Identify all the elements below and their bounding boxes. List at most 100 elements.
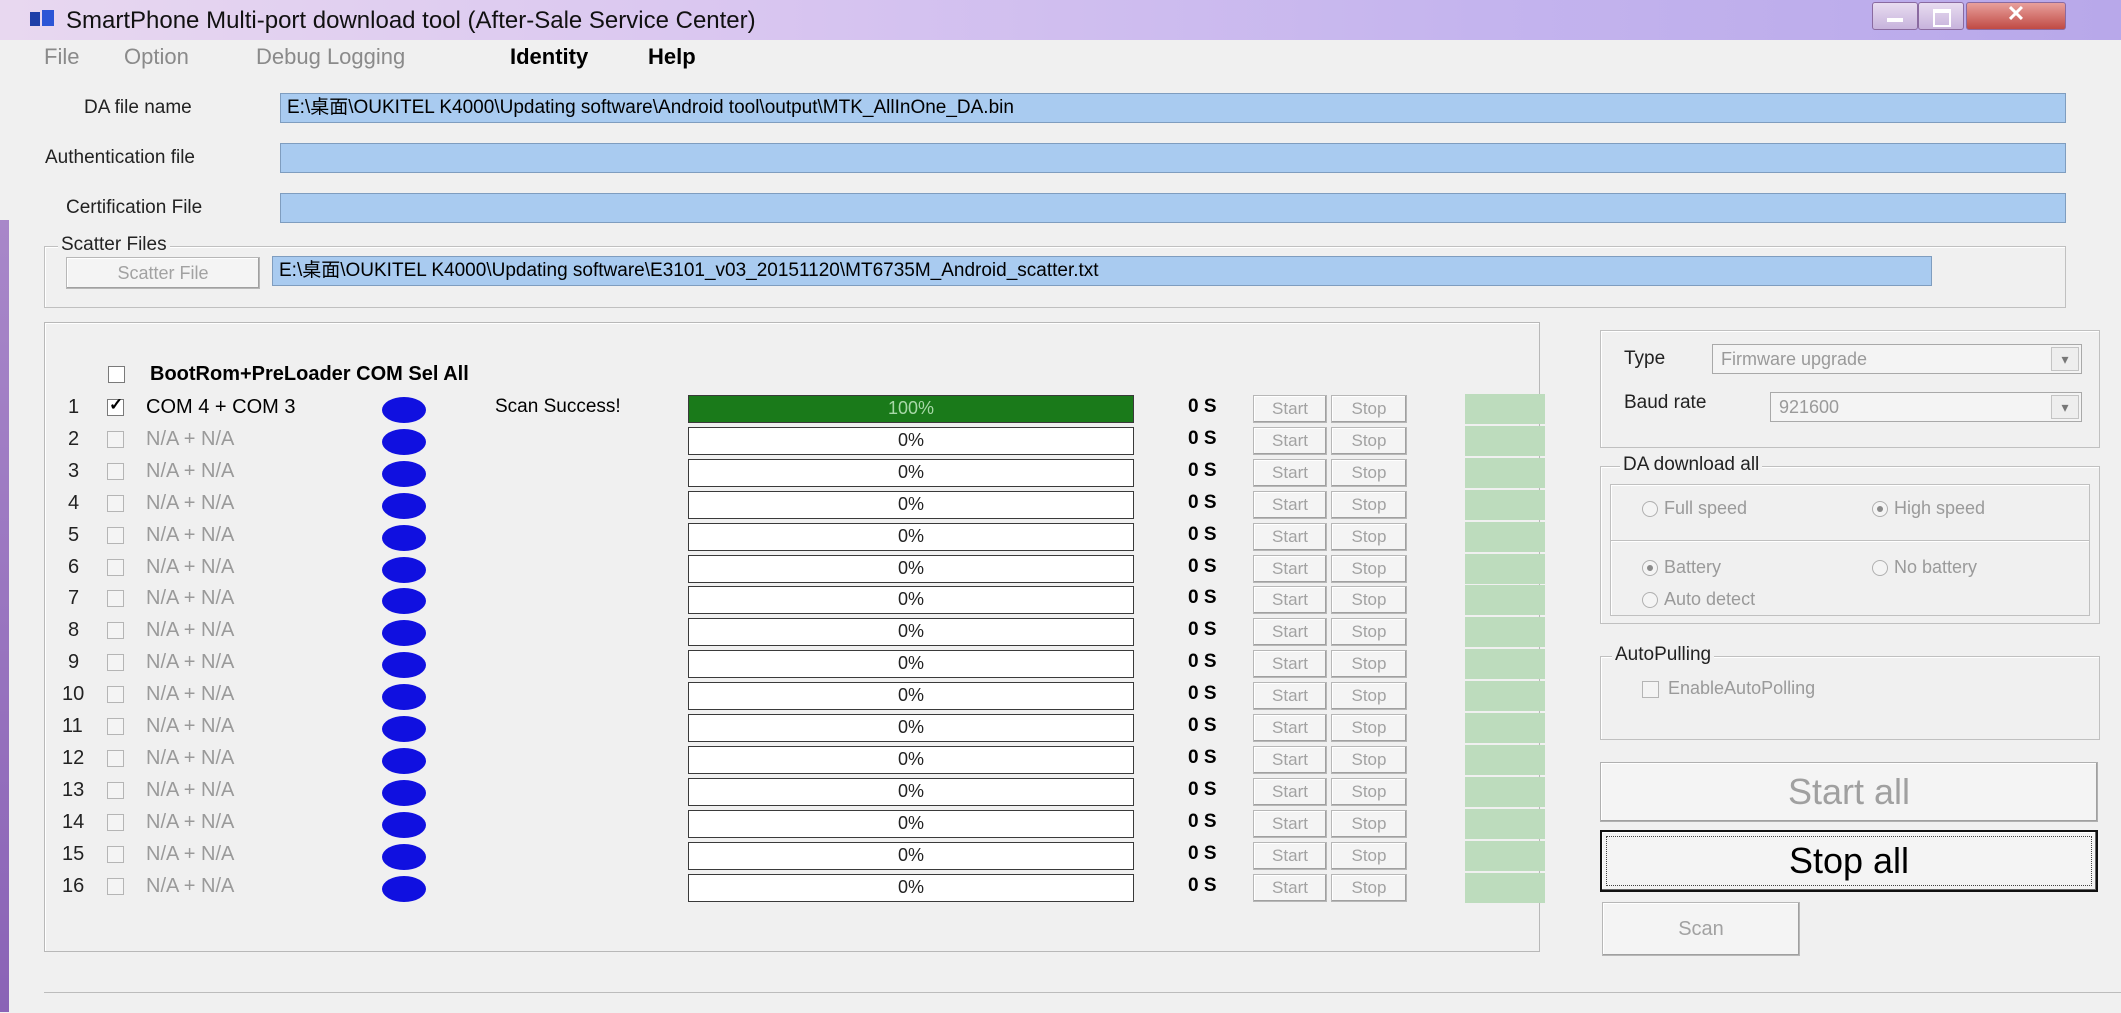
- progress-text: 0%: [897, 653, 924, 673]
- full-speed-label: Full speed: [1664, 498, 1748, 518]
- port-status-indicator: [382, 429, 426, 455]
- elapsed-time: 0 S: [1188, 779, 1217, 800]
- port-start-button[interactable]: Start: [1253, 586, 1327, 614]
- type-select[interactable]: Firmware upgrade ▾: [1712, 344, 2082, 374]
- port-start-button[interactable]: Start: [1253, 842, 1327, 870]
- battery-radio[interactable]: [1642, 560, 1658, 576]
- port-name: N/A + N/A: [146, 428, 235, 450]
- port-checkbox[interactable]: [107, 718, 124, 735]
- port-checkbox[interactable]: [107, 654, 124, 671]
- port-stop-button[interactable]: Stop: [1331, 682, 1407, 710]
- port-checkbox[interactable]: [107, 814, 124, 831]
- port-status-text: Scan Success!: [495, 396, 621, 417]
- port-checkbox[interactable]: [107, 878, 124, 895]
- chevron-down-icon: ▾: [2051, 395, 2079, 419]
- port-start-button[interactable]: Start: [1253, 810, 1327, 838]
- certification-file-field[interactable]: [280, 193, 2066, 223]
- port-start-button[interactable]: Start: [1253, 618, 1327, 646]
- port-stop-button[interactable]: Stop: [1331, 810, 1407, 838]
- minimize-icon: [1887, 18, 1903, 22]
- maximize-button[interactable]: [1918, 2, 1964, 30]
- select-all-checkbox[interactable]: [108, 366, 125, 383]
- port-stop-button[interactable]: Stop: [1331, 395, 1407, 423]
- port-checkbox[interactable]: [107, 686, 124, 703]
- port-start-button[interactable]: Start: [1253, 682, 1327, 710]
- progress-bar: 0%: [688, 842, 1134, 870]
- port-index: 1: [68, 396, 80, 418]
- port-stop-button[interactable]: Stop: [1331, 491, 1407, 519]
- port-status-indicator: [382, 588, 426, 614]
- enable-autopolling-checkbox[interactable]: [1642, 681, 1659, 698]
- port-row: 2 N/A + N/A 0% 0 S Start Stop: [0, 426, 1560, 458]
- port-checkbox[interactable]: [107, 622, 124, 639]
- authentication-file-field[interactable]: [280, 143, 2066, 173]
- port-stop-button[interactable]: Stop: [1331, 746, 1407, 774]
- port-checkbox[interactable]: [107, 495, 124, 512]
- port-index: 11: [62, 715, 83, 737]
- port-stop-button[interactable]: Stop: [1331, 459, 1407, 487]
- port-checkbox[interactable]: [107, 750, 124, 767]
- auto-detect-radio[interactable]: [1642, 592, 1658, 608]
- port-start-button[interactable]: Start: [1253, 395, 1327, 423]
- port-stop-button[interactable]: Stop: [1331, 555, 1407, 583]
- progress-bar: 0%: [688, 427, 1134, 455]
- stop-all-button[interactable]: Stop all: [1600, 830, 2098, 892]
- port-checkbox[interactable]: [107, 527, 124, 544]
- port-checkbox[interactable]: [107, 463, 124, 480]
- scan-button[interactable]: Scan: [1602, 902, 1800, 956]
- minimize-button[interactable]: [1872, 2, 1918, 30]
- port-start-button[interactable]: Start: [1253, 523, 1327, 551]
- port-index: 14: [62, 811, 85, 833]
- elapsed-time: 0 S: [1188, 524, 1217, 545]
- port-stop-button[interactable]: Stop: [1331, 874, 1407, 902]
- baud-rate-select[interactable]: 921600 ▾: [1770, 392, 2082, 422]
- port-checkbox[interactable]: [107, 846, 124, 863]
- menu-identity[interactable]: Identity: [510, 44, 588, 70]
- high-speed-radio[interactable]: [1872, 501, 1888, 517]
- elapsed-time: 0 S: [1188, 747, 1217, 768]
- menu-debug-logging[interactable]: Debug Logging: [256, 44, 405, 70]
- port-checkbox[interactable]: [107, 590, 124, 607]
- port-stop-button[interactable]: Stop: [1331, 650, 1407, 678]
- port-start-button[interactable]: Start: [1253, 491, 1327, 519]
- full-speed-radio[interactable]: [1642, 501, 1658, 517]
- port-checkbox[interactable]: [107, 559, 124, 576]
- no-battery-radio[interactable]: [1872, 560, 1888, 576]
- progress-bar: 0%: [688, 810, 1134, 838]
- port-row: 16 N/A + N/A 0% 0 S Start Stop: [0, 873, 1560, 905]
- port-checkbox[interactable]: [107, 431, 124, 448]
- port-stop-button[interactable]: Stop: [1331, 618, 1407, 646]
- port-start-button[interactable]: Start: [1253, 714, 1327, 742]
- start-all-button[interactable]: Start all: [1600, 762, 2098, 822]
- port-stop-button[interactable]: Stop: [1331, 714, 1407, 742]
- port-result-indicator: [1465, 873, 1545, 903]
- port-stop-button[interactable]: Stop: [1331, 778, 1407, 806]
- port-stop-button[interactable]: Stop: [1331, 427, 1407, 455]
- elapsed-time: 0 S: [1188, 683, 1217, 704]
- port-start-button[interactable]: Start: [1253, 427, 1327, 455]
- port-start-button[interactable]: Start: [1253, 778, 1327, 806]
- port-row: 7 N/A + N/A 0% 0 S Start Stop: [0, 585, 1560, 617]
- port-checkbox[interactable]: [107, 395, 124, 416]
- port-start-button[interactable]: Start: [1253, 459, 1327, 487]
- da-file-field[interactable]: E:\桌面\OUKITEL K4000\Updating software\An…: [280, 93, 2066, 123]
- port-stop-button[interactable]: Stop: [1331, 523, 1407, 551]
- port-start-button[interactable]: Start: [1253, 746, 1327, 774]
- menu-option[interactable]: Option: [124, 44, 189, 70]
- menu-help[interactable]: Help: [648, 44, 696, 70]
- scatter-file-button[interactable]: Scatter File: [66, 257, 260, 289]
- port-start-button[interactable]: Start: [1253, 874, 1327, 902]
- close-button[interactable]: ✕: [1966, 1, 2066, 30]
- elapsed-time: 0 S: [1188, 396, 1217, 417]
- port-start-button[interactable]: Start: [1253, 650, 1327, 678]
- port-stop-button[interactable]: Stop: [1331, 842, 1407, 870]
- port-stop-button[interactable]: Stop: [1331, 586, 1407, 614]
- port-result-indicator: [1465, 585, 1545, 615]
- port-start-button[interactable]: Start: [1253, 555, 1327, 583]
- port-checkbox[interactable]: [107, 782, 124, 799]
- port-result-indicator: [1465, 617, 1545, 647]
- title-bar[interactable]: SmartPhone Multi-port download tool (Aft…: [0, 0, 2121, 40]
- port-index: 3: [68, 460, 80, 482]
- scatter-file-field[interactable]: E:\桌面\OUKITEL K4000\Updating software\E3…: [272, 256, 1932, 286]
- menu-file[interactable]: File: [44, 44, 79, 70]
